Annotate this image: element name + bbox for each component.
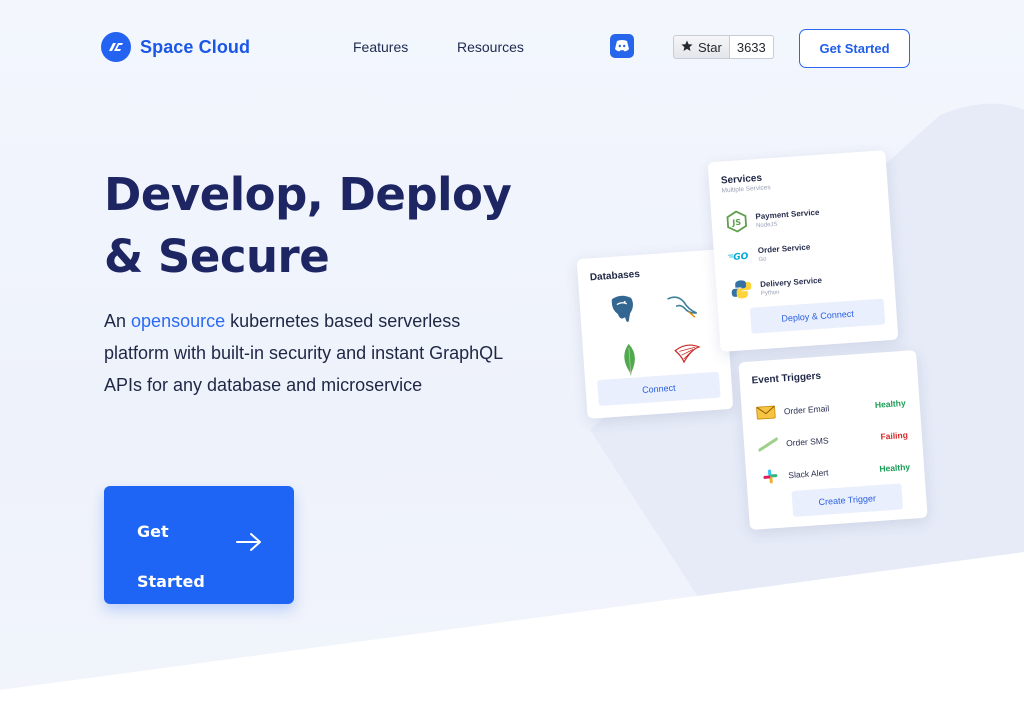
mysql-icon [663,287,701,325]
create-trigger-button[interactable]: Create Trigger [791,483,904,517]
service-item[interactable]: GO Order Service Go [727,240,811,268]
sms-icon [758,436,779,453]
trigger-name: Order Email [783,403,830,417]
nav-get-started-button[interactable]: Get Started [799,29,910,68]
databases-card: Databases Connect [576,249,734,419]
hero-cta-line1: Get [137,522,169,541]
svg-text:GO: GO [733,252,749,263]
brand-name: Space Cloud [140,36,251,57]
hero-subtitle: An opensource kubernetes based serverles… [104,305,514,401]
nodejs-icon: JS [725,210,748,233]
service-item[interactable]: Delivery Service Python [730,273,823,301]
arrow-right-icon [236,533,261,551]
github-star-label: Star [698,39,722,55]
trigger-name: Slack Alert [787,467,829,481]
opensource-highlight: opensource [131,311,226,331]
services-card: Services Multiple Services JS Payment Se… [707,150,899,352]
hero-cta-label: Get Started [137,507,227,607]
landing-page: Space Cloud Features Resources Star 3633… [0,0,1024,706]
trigger-item[interactable]: Order Email Healthy [755,395,906,421]
hero-subtitle-prefix: An [104,311,132,331]
discord-icon[interactable] [610,34,634,58]
hero-title: Develop, Deploy & Secure [104,164,564,288]
mongodb-icon [611,341,649,379]
email-icon [755,404,776,421]
trigger-item[interactable]: Order SMS Failing [758,427,909,453]
databases-card-title: Databases [589,268,641,284]
nav-resources-link[interactable]: Resources [457,39,524,55]
nav-features-link[interactable]: Features [353,39,408,55]
python-icon [730,278,753,301]
trigger-item[interactable]: Slack Alert Healthy [760,459,911,485]
deploy-connect-button[interactable]: Deploy & Connect [749,298,886,334]
status-badge: Healthy [879,461,911,474]
hero-title-line2: & Secure [104,230,330,283]
svg-text:JS: JS [731,218,742,228]
space-cloud-logo-icon [101,32,131,62]
hero-cta-line2: Started [137,572,205,591]
database-icons [599,284,715,383]
star-icon [681,40,693,55]
service-lang: Go [758,256,767,263]
status-badge: Failing [880,429,909,442]
github-star-button[interactable]: Star [673,35,730,59]
go-icon: GO [727,244,750,267]
brand-logo[interactable]: Space Cloud [101,32,250,62]
status-badge: Healthy [874,397,906,410]
slack-icon [760,468,781,485]
service-item[interactable]: JS Payment Service NodeJS [725,205,820,234]
github-star-widget[interactable]: Star 3633 [673,35,774,59]
trigger-name: Order SMS [785,435,829,449]
hero-get-started-button[interactable]: Get Started [104,486,294,604]
postgresql-icon [603,289,641,327]
github-star-count[interactable]: 3633 [729,35,774,59]
hero-title-line1: Develop, Deploy [104,168,512,221]
sqlserver-icon [668,335,706,373]
event-triggers-card-title: Event Triggers [751,370,822,387]
event-triggers-card: Event Triggers Order Email Healthy Order… [738,349,928,531]
